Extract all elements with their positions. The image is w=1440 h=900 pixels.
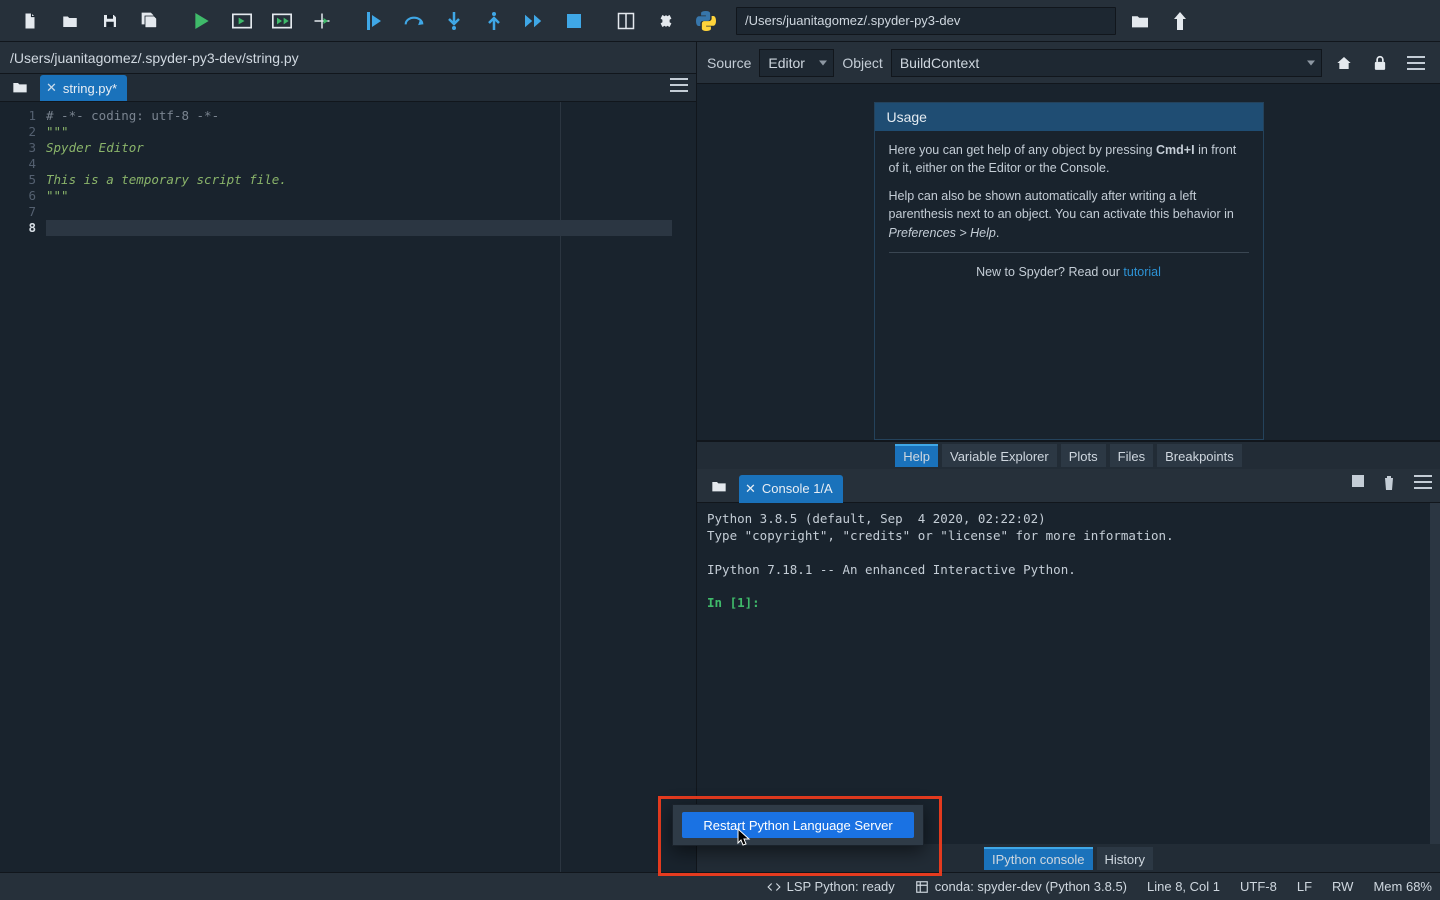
lsp-context-menu: Restart Python Language Server <box>672 804 924 846</box>
tutorial-link[interactable]: tutorial <box>1123 265 1161 279</box>
help-usage-card: Usage Here you can get help of any objec… <box>874 102 1264 440</box>
browse-consoles-icon[interactable] <box>705 472 733 500</box>
tab-breakpoints[interactable]: Breakpoints <box>1157 444 1242 467</box>
source-label: Source <box>707 55 751 71</box>
status-encoding[interactable]: UTF-8 <box>1240 879 1277 894</box>
debug-step-out-icon[interactable] <box>474 0 514 42</box>
console-options-icon[interactable] <box>1414 475 1432 491</box>
ipython-console[interactable]: Python 3.8.5 (default, Sep 4 2020, 02:22… <box>697 503 1440 844</box>
console-banner-2: Type "copyright", "credits" or "license"… <box>707 528 1174 543</box>
console-banner-1: Python 3.8.5 (default, Sep 4 2020, 02:22… <box>707 511 1046 526</box>
debug-icon[interactable] <box>354 0 394 42</box>
tab-help[interactable]: Help <box>895 444 938 467</box>
console-prompt: In [1]: <box>707 595 760 610</box>
new-file-icon[interactable] <box>10 0 50 42</box>
code-line <box>46 220 696 236</box>
code-line: Spyder Editor <box>46 140 696 156</box>
run-icon[interactable] <box>182 0 222 42</box>
code-line: # -*- coding: utf-8 -*- <box>46 108 696 124</box>
run-selection-icon[interactable] <box>302 0 342 42</box>
editor-tab-label: string.py* <box>63 81 117 96</box>
code-line <box>46 204 696 220</box>
code-line: This is a temporary script file. <box>46 172 696 188</box>
tab-plots[interactable]: Plots <box>1061 444 1106 467</box>
status-conda[interactable]: conda: spyder-dev (Python 3.8.5) <box>915 879 1127 894</box>
code-line <box>46 156 696 172</box>
status-mem[interactable]: Mem 68% <box>1373 879 1432 894</box>
console-tab[interactable]: ✕ Console 1/A <box>739 475 843 503</box>
working-directory-input[interactable]: /Users/juanitagomez/.spyder-py3-dev <box>736 7 1116 35</box>
interrupt-kernel-icon[interactable] <box>1352 475 1364 491</box>
save-icon[interactable] <box>90 0 130 42</box>
remove-console-icon[interactable] <box>1382 475 1396 491</box>
debug-stop-icon[interactable] <box>554 0 594 42</box>
editor-options-icon[interactable] <box>670 78 688 92</box>
debug-step-over-icon[interactable] <box>394 0 434 42</box>
restart-lsp-menu-item[interactable]: Restart Python Language Server <box>682 812 914 838</box>
tab-variable-explorer[interactable]: Variable Explorer <box>942 444 1057 467</box>
home-icon[interactable] <box>1330 42 1358 84</box>
status-linecol[interactable]: Line 8, Col 1 <box>1147 879 1220 894</box>
parent-dir-icon[interactable] <box>1160 0 1200 42</box>
tab-history[interactable]: History <box>1097 847 1153 870</box>
source-combo[interactable]: Editor <box>759 49 834 77</box>
browse-workdir-icon[interactable] <box>1120 0 1160 42</box>
help-pane-tabs: Help Variable Explorer Plots Files Break… <box>697 441 1440 469</box>
line-number-gutter: 1 2 3 4 5 6 7 8 <box>0 102 46 872</box>
breadcrumb-text: /Users/juanitagomez/.spyder-py3-dev/stri… <box>10 50 299 66</box>
console-banner-3: IPython 7.18.1 -- An enhanced Interactiv… <box>707 562 1076 577</box>
code-editor[interactable]: 1 2 3 4 5 6 7 8 # -*- coding: utf-8 -*- … <box>0 102 696 872</box>
editor-tab[interactable]: ✕ string.py* <box>40 75 127 101</box>
preferences-icon[interactable] <box>646 0 686 42</box>
code-line: """ <box>46 188 696 204</box>
status-eol[interactable]: LF <box>1297 879 1312 894</box>
status-bar: LSP Python: ready conda: spyder-dev (Pyt… <box>0 872 1440 900</box>
run-cell-advance-icon[interactable] <box>262 0 302 42</box>
tab-ipython-console[interactable]: IPython console <box>984 847 1093 870</box>
close-console-icon[interactable]: ✕ <box>745 481 756 497</box>
working-directory-text: /Users/juanitagomez/.spyder-py3-dev <box>745 13 960 28</box>
open-file-icon[interactable] <box>50 0 90 42</box>
browse-tabs-icon[interactable] <box>6 73 34 101</box>
maximize-pane-icon[interactable] <box>606 0 646 42</box>
debug-step-in-icon[interactable] <box>434 0 474 42</box>
help-options-icon[interactable] <box>1402 42 1430 84</box>
main-toolbar: /Users/juanitagomez/.spyder-py3-dev <box>0 0 1440 42</box>
run-cell-icon[interactable] <box>222 0 262 42</box>
console-tab-label: Console 1/A <box>762 481 833 496</box>
debug-continue-icon[interactable] <box>514 0 554 42</box>
save-all-icon[interactable] <box>130 0 170 42</box>
code-line: """ <box>46 124 696 140</box>
object-combo[interactable]: BuildContext <box>891 49 1322 77</box>
object-label: Object <box>842 55 882 71</box>
pythonpath-icon[interactable] <box>686 0 726 42</box>
close-tab-icon[interactable]: ✕ <box>46 80 57 96</box>
tab-files[interactable]: Files <box>1110 444 1153 467</box>
lock-icon[interactable] <box>1366 42 1394 84</box>
status-lsp[interactable]: LSP Python: ready <box>767 879 895 894</box>
breadcrumb: /Users/juanitagomez/.spyder-py3-dev/stri… <box>0 42 696 74</box>
status-rw[interactable]: RW <box>1332 879 1353 894</box>
help-card-title: Usage <box>875 103 1263 131</box>
